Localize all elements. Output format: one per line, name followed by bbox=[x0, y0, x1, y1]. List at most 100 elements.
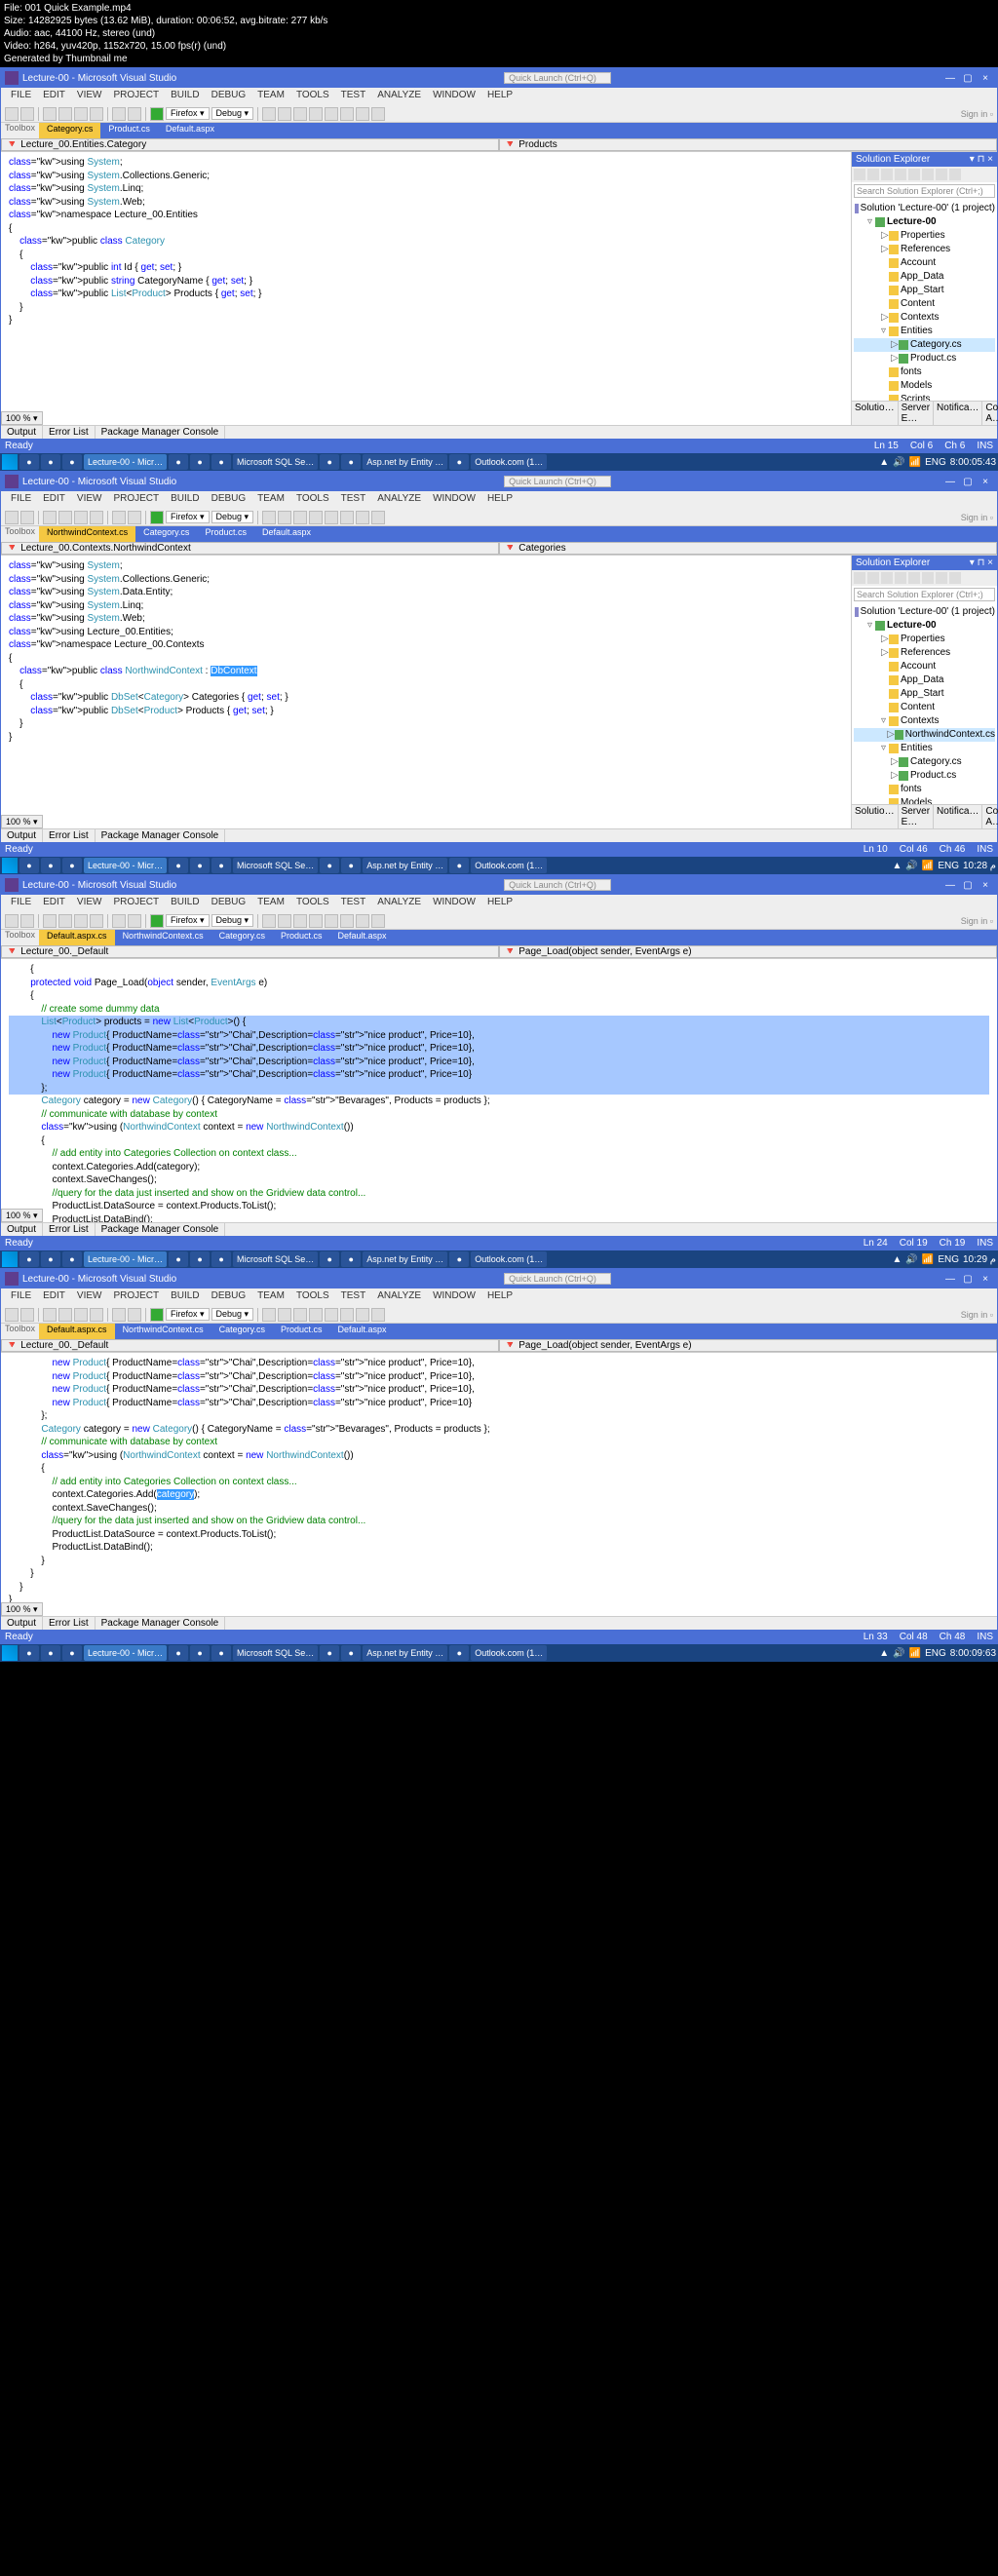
toolbar-button[interactable] bbox=[949, 572, 961, 584]
code-line[interactable]: class="kw">public DbSet<Product> Product… bbox=[9, 705, 843, 718]
menu-team[interactable]: TEAM bbox=[251, 493, 290, 507]
panel-tab[interactable]: Solutio… bbox=[852, 805, 899, 828]
tree-item[interactable]: Scripts bbox=[854, 393, 995, 401]
bottom-tab[interactable]: Error List bbox=[43, 426, 96, 439]
nav-member-dropdown[interactable]: 🔻 Categories bbox=[499, 542, 997, 555]
se-search-input[interactable]: Search Solution Explorer (Ctrl+;) bbox=[854, 184, 995, 198]
taskbar-button[interactable]: ● bbox=[62, 454, 82, 470]
code-line[interactable]: { bbox=[9, 989, 989, 1003]
taskbar-button[interactable]: ● bbox=[211, 454, 231, 470]
toolbar-button[interactable] bbox=[895, 169, 906, 180]
menu-test[interactable]: TEST bbox=[335, 1290, 372, 1304]
code-line[interactable]: class="kw">using System.Linq; bbox=[9, 182, 843, 196]
menu-team[interactable]: TEAM bbox=[251, 1290, 290, 1304]
taskbar-button[interactable]: ● bbox=[41, 1251, 60, 1267]
editor-tab[interactable]: Product.cs bbox=[100, 123, 158, 138]
code-line[interactable]: class="kw">public DbSet<Category> Catego… bbox=[9, 691, 843, 705]
expand-arrow-icon[interactable]: ▷ bbox=[891, 352, 899, 365]
code-line[interactable]: ProductList.DataBind(); bbox=[9, 1213, 989, 1223]
code-line[interactable]: class="kw">public class Category bbox=[9, 235, 843, 249]
bottom-tab[interactable]: Package Manager Console bbox=[96, 1223, 226, 1236]
code-line[interactable]: class="kw">using System.Collections.Gene… bbox=[9, 170, 843, 183]
taskbar-button[interactable]: ● bbox=[320, 858, 339, 873]
start-button[interactable] bbox=[150, 1308, 164, 1322]
tray-icon[interactable]: ▲ bbox=[893, 1254, 902, 1265]
bottom-tab[interactable]: Error List bbox=[43, 1223, 96, 1236]
taskbar-button[interactable]: ● bbox=[169, 1645, 188, 1661]
taskbar-button[interactable]: ● bbox=[62, 1645, 82, 1661]
taskbar-button[interactable]: ● bbox=[341, 1251, 361, 1267]
close-button[interactable]: × bbox=[978, 880, 993, 891]
tree-item[interactable]: Models bbox=[854, 796, 995, 804]
nav-member-dropdown[interactable]: 🔻 Products bbox=[499, 138, 997, 151]
taskbar-button[interactable]: ● bbox=[449, 1251, 469, 1267]
panel-tab[interactable]: Code A… bbox=[982, 402, 998, 425]
maximize-button[interactable]: ▢ bbox=[960, 880, 976, 891]
toolbar-button[interactable] bbox=[895, 572, 906, 584]
menu-edit[interactable]: EDIT bbox=[37, 90, 71, 103]
code-line[interactable]: //query for the data just inserted and s… bbox=[9, 1187, 989, 1201]
taskbar-button[interactable]: Lecture-00 - Micr… bbox=[84, 1645, 167, 1661]
tree-item[interactable]: ▷ Properties bbox=[854, 229, 995, 243]
taskbar-button[interactable]: ● bbox=[62, 858, 82, 873]
system-tray[interactable]: ▲🔊📶ENG 10:28 م bbox=[893, 861, 997, 871]
menu-edit[interactable]: EDIT bbox=[37, 493, 71, 507]
menu-build[interactable]: BUILD bbox=[165, 1290, 205, 1304]
toolbar-button[interactable] bbox=[325, 107, 338, 121]
code-line[interactable]: class="kw">using System.Collections.Gene… bbox=[9, 573, 843, 587]
taskbar-button[interactable]: ● bbox=[190, 1251, 210, 1267]
toolbar-button[interactable] bbox=[854, 572, 865, 584]
tree-item[interactable]: ▿Lecture-00 bbox=[854, 215, 995, 229]
code-line[interactable]: protected void Page_Load(object sender, … bbox=[9, 977, 989, 990]
code-line[interactable]: } bbox=[9, 1555, 989, 1568]
taskbar-button[interactable]: ● bbox=[211, 1645, 231, 1661]
code-line[interactable]: // add entity into Categories Collection… bbox=[9, 1147, 989, 1161]
taskbar-button[interactable]: Lecture-00 - Micr… bbox=[84, 858, 167, 873]
code-line[interactable]: class="kw">using System; bbox=[9, 156, 843, 170]
toolbar-button[interactable] bbox=[309, 107, 323, 121]
nav-class-dropdown[interactable]: 🔻 Lecture_00._Default bbox=[1, 1339, 499, 1352]
tree-item[interactable]: ▷ References bbox=[854, 243, 995, 256]
editor-tab[interactable]: Category.cs bbox=[39, 123, 100, 138]
menu-project[interactable]: PROJECT bbox=[107, 493, 165, 507]
menu-build[interactable]: BUILD bbox=[165, 90, 205, 103]
toolbar-button[interactable] bbox=[325, 1308, 338, 1322]
code-line[interactable]: // create some dummy data bbox=[9, 1003, 989, 1017]
quick-launch-input[interactable]: Quick Launch (Ctrl+Q) bbox=[504, 476, 611, 487]
config-dropdown[interactable]: Debug ▾ bbox=[211, 107, 254, 120]
toolbar-button[interactable] bbox=[262, 1308, 276, 1322]
new-button[interactable] bbox=[43, 511, 57, 524]
tree-item[interactable]: ▿ Entities bbox=[854, 325, 995, 338]
code-line[interactable]: //query for the data just inserted and s… bbox=[9, 1515, 989, 1528]
menu-team[interactable]: TEAM bbox=[251, 897, 290, 910]
config-dropdown[interactable]: Debug ▾ bbox=[211, 914, 254, 927]
new-button[interactable] bbox=[43, 914, 57, 928]
tray-icon[interactable]: ENG bbox=[938, 1254, 959, 1265]
toolbar-button[interactable] bbox=[908, 572, 920, 584]
code-line[interactable]: { bbox=[9, 222, 843, 236]
expand-arrow-icon[interactable]: ▿ bbox=[881, 742, 889, 755]
code-line[interactable]: // communicate with database by context bbox=[9, 1108, 989, 1122]
save-all-button[interactable] bbox=[90, 1308, 103, 1322]
menu-window[interactable]: WINDOW bbox=[427, 493, 481, 507]
taskbar-button[interactable]: ● bbox=[19, 1645, 39, 1661]
taskbar-button[interactable]: ● bbox=[449, 858, 469, 873]
nav-class-dropdown[interactable]: 🔻 Lecture_00.Entities.Category bbox=[1, 138, 499, 151]
nav-back-button[interactable] bbox=[5, 914, 19, 928]
tree-item[interactable]: ▷ Product.cs bbox=[854, 352, 995, 365]
toolbar-button[interactable] bbox=[262, 107, 276, 121]
menu-file[interactable]: FILE bbox=[5, 90, 37, 103]
open-button[interactable] bbox=[58, 1308, 72, 1322]
menu-team[interactable]: TEAM bbox=[251, 90, 290, 103]
start-button[interactable] bbox=[2, 1645, 18, 1661]
menu-file[interactable]: FILE bbox=[5, 1290, 37, 1304]
code-line[interactable]: // communicate with database by context bbox=[9, 1436, 989, 1449]
tree-item[interactable]: ▿Lecture-00 bbox=[854, 619, 995, 633]
tree-item[interactable]: App_Start bbox=[854, 284, 995, 297]
editor-tab[interactable]: Product.cs bbox=[197, 526, 254, 542]
nav-fwd-button[interactable] bbox=[20, 1308, 34, 1322]
taskbar-button[interactable]: ● bbox=[41, 1645, 60, 1661]
code-line[interactable]: class="kw">using Lecture_00.Entities; bbox=[9, 626, 843, 639]
expand-arrow-icon[interactable]: ▿ bbox=[881, 714, 889, 728]
menu-test[interactable]: TEST bbox=[335, 897, 372, 910]
